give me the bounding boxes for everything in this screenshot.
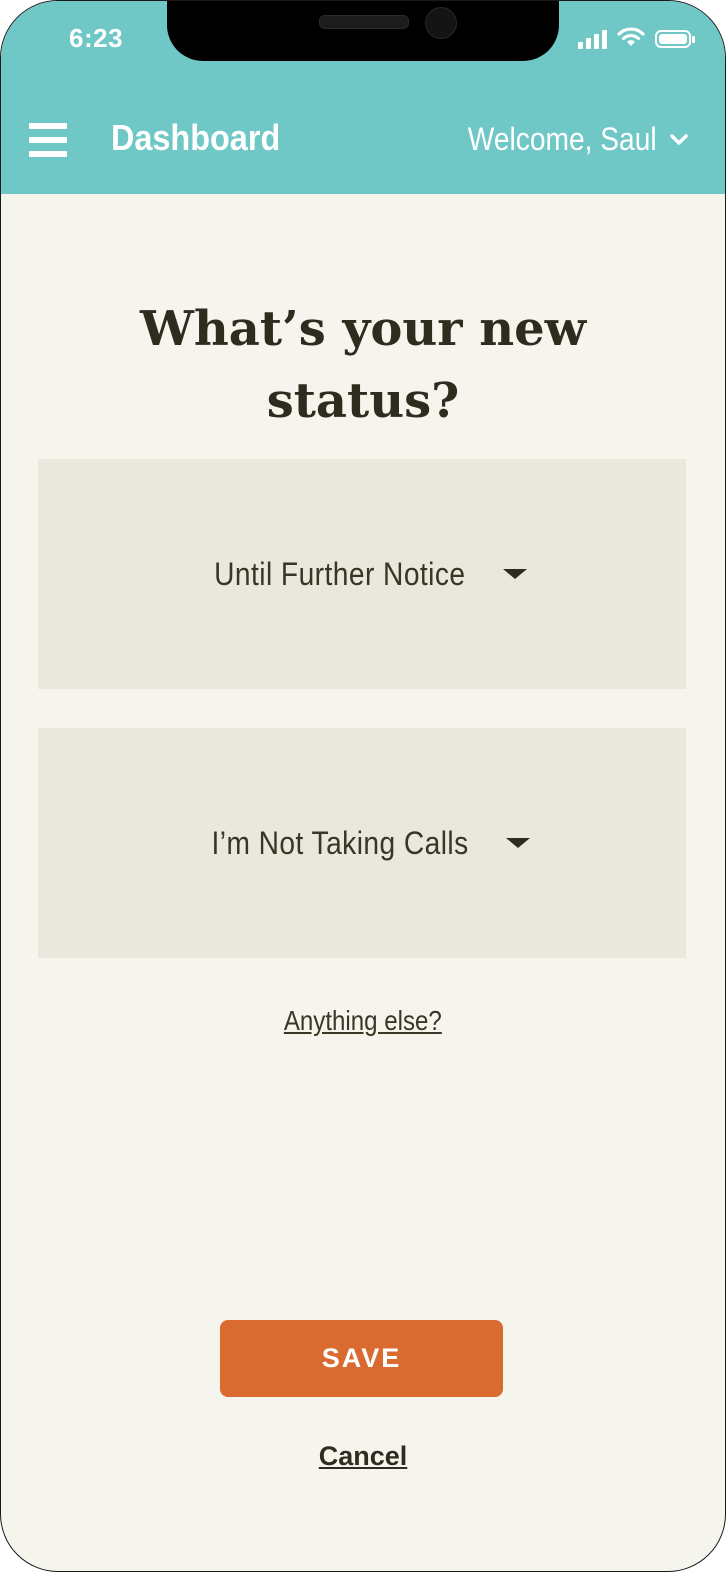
front-camera — [425, 7, 457, 39]
app-header: 6:23 Dashboard Welcome, Saul — [1, 1, 725, 194]
heading-line-1: What’s your new — [139, 301, 587, 357]
status-icons — [578, 26, 695, 53]
status-time: 6:23 — [69, 23, 124, 53]
speaker-grille — [319, 15, 409, 29]
phone-frame: 6:23 Dashboard Welcome, Saul What’s your… — [0, 0, 726, 1572]
caret-down-icon — [502, 569, 527, 579]
anything-else-row: Anything else? — [1, 1005, 725, 1037]
status-heading: What’s your new status? — [1, 293, 725, 437]
duration-select[interactable]: Until Further Notice — [38, 459, 686, 689]
cancel-row: Cancel — [1, 1441, 725, 1472]
duration-select-value: Until Further Notice — [214, 555, 466, 592]
heading-line-2: status? — [266, 373, 460, 429]
welcome-label: Welcome, Saul — [468, 121, 657, 157]
device-notch — [167, 1, 559, 61]
caret-down-icon — [506, 838, 531, 848]
status-select[interactable]: I’m Not Taking Calls — [38, 728, 686, 958]
anything-else-link[interactable]: Anything else? — [284, 1005, 442, 1037]
signal-icon — [578, 29, 607, 49]
chevron-down-icon — [669, 133, 689, 147]
user-menu[interactable]: Welcome, Saul — [442, 121, 689, 158]
wifi-icon — [617, 26, 645, 53]
save-button[interactable]: SAVE — [220, 1320, 503, 1397]
cancel-link[interactable]: Cancel — [319, 1441, 408, 1471]
hamburger-menu-icon[interactable] — [29, 123, 67, 157]
battery-icon — [655, 30, 695, 48]
page-title: Dashboard — [111, 117, 281, 158]
status-select-value: I’m Not Taking Calls — [211, 824, 469, 861]
